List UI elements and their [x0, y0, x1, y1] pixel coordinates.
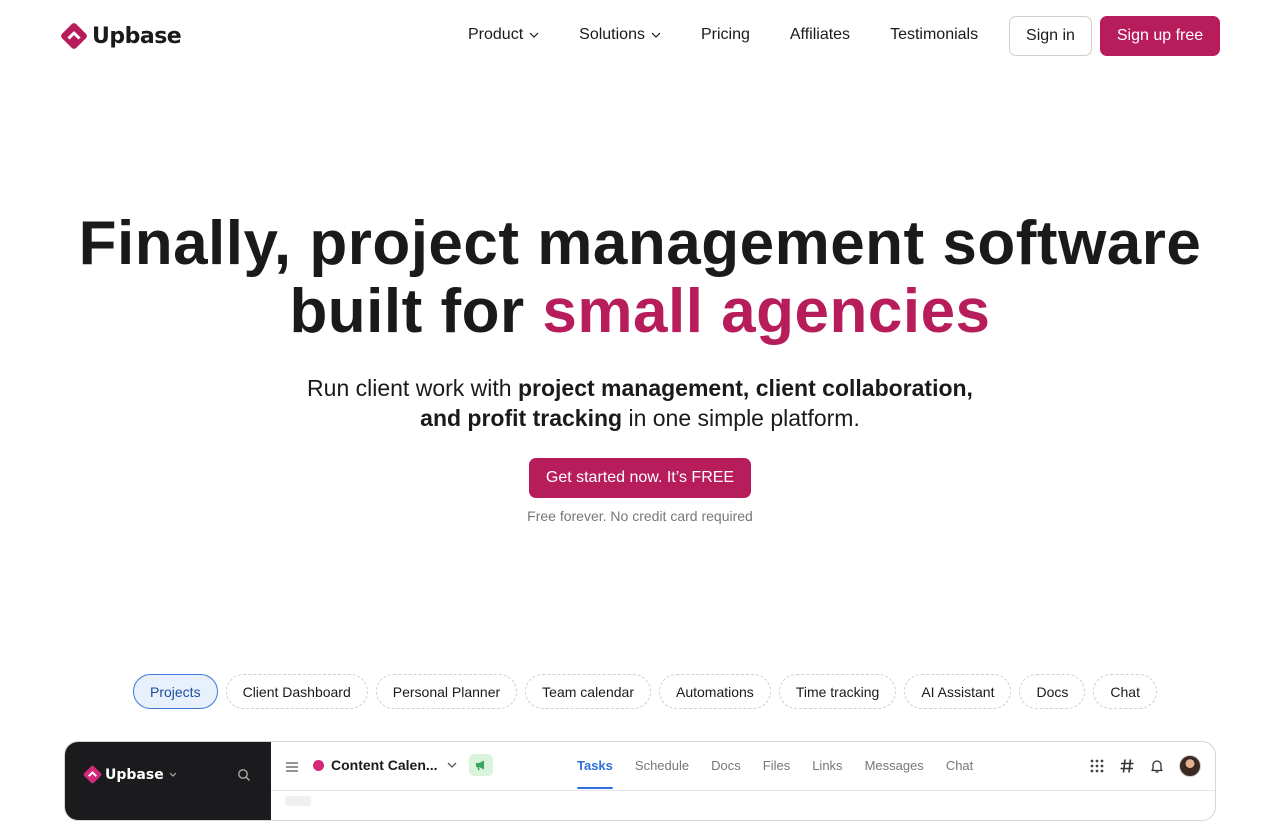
app-tab-files[interactable]: Files [763, 758, 790, 773]
nav-item-label: Testimonials [890, 26, 979, 43]
brand-logo[interactable]: Upbase [60, 21, 182, 51]
app-preview: Upbase Content Calen... Tasks Schedule Doc… [64, 741, 1216, 821]
hashtag-icon[interactable] [1119, 758, 1135, 774]
chevron-down-icon[interactable] [447, 762, 457, 768]
app-toolbar [1089, 755, 1201, 777]
nav-item-testimonials[interactable]: Testimonials [890, 26, 978, 44]
hero-subtitle-pre: Run client work with [307, 375, 518, 401]
nav-item-label: Pricing [700, 26, 750, 43]
nav-item-label: Product [468, 26, 524, 43]
feature-tab-automations[interactable]: Automations [658, 674, 771, 709]
bell-icon[interactable] [1149, 758, 1165, 774]
hero-title-line2: built for [289, 277, 543, 346]
nav-item-affiliates[interactable]: Affiliates [790, 26, 850, 44]
search-icon[interactable] [237, 768, 251, 782]
sign-up-button[interactable]: Sign up free [1100, 16, 1220, 56]
chevron-down-icon [169, 772, 177, 777]
app-tab-links[interactable]: Links [812, 758, 842, 773]
hero-title-accent: small agencies [542, 277, 991, 346]
app-tab-messages[interactable]: Messages [865, 758, 924, 773]
nav-links: Product Solutions Pricing Affiliates Testimo… [468, 24, 1018, 46]
feature-tab-chat[interactable]: Chat [1093, 674, 1157, 709]
hero-title: Finally, project management software bui… [0, 210, 1280, 346]
hero-title-line1: Finally, project management software [78, 209, 1202, 278]
upbase-logo-icon [83, 765, 102, 784]
upbase-logo-icon [61, 23, 87, 49]
brand-name: Upbase [92, 23, 182, 49]
app-header-divider [271, 790, 1215, 791]
nav-item-label: Affiliates [789, 26, 851, 43]
feature-tab-ai-assistant[interactable]: AI Assistant [904, 674, 1012, 709]
feature-tab-time-tracking[interactable]: Time tracking [778, 674, 897, 709]
nav-item-product[interactable]: Product [468, 26, 539, 44]
toolbar-chip[interactable] [285, 796, 311, 806]
app-tab-chat[interactable]: Chat [946, 758, 973, 773]
avatar[interactable] [1179, 755, 1201, 777]
nav-item-label: Solutions [579, 26, 645, 43]
app-tab-tasks[interactable]: Tasks [577, 758, 613, 789]
nav-item-pricing[interactable]: Pricing [701, 26, 750, 44]
app-sidebar-brand-name: Upbase [105, 766, 164, 783]
chevron-down-icon [651, 32, 661, 38]
app-tab-schedule[interactable]: Schedule [635, 758, 689, 773]
cta-note: Free forever. No credit card required [527, 508, 753, 524]
hero-subtitle-post: in one simple platform. [622, 405, 860, 431]
nav-item-solutions[interactable]: Solutions [579, 26, 661, 44]
get-started-button[interactable]: Get started now. It’s FREE [529, 458, 751, 498]
feature-tab-team-calendar[interactable]: Team calendar [525, 674, 651, 709]
feature-tab-personal-planner[interactable]: Personal Planner [375, 674, 518, 709]
app-tabs: Tasks Schedule Docs Files Links Messages Chat [577, 758, 973, 789]
feature-tabs: Projects Client Dashboard Personal Planner… [133, 674, 1157, 709]
feature-tab-projects[interactable]: Projects [133, 674, 218, 709]
app-tab-docs[interactable]: Docs [711, 758, 741, 773]
feature-tab-docs[interactable]: Docs [1019, 674, 1086, 709]
apps-grid-icon[interactable] [1089, 758, 1105, 774]
sign-in-button[interactable]: Sign in [1009, 16, 1092, 56]
megaphone-icon[interactable] [469, 754, 493, 776]
menu-icon[interactable] [285, 760, 299, 774]
project-name[interactable]: Content Calen... [331, 757, 438, 773]
chevron-down-icon [529, 32, 539, 38]
hero-subtitle: Run client work with project management,… [290, 373, 990, 433]
project-color-dot [313, 760, 324, 771]
top-navigation: Upbase Product Solutions Pricing Affiliates… [0, 0, 1280, 72]
app-sidebar: Upbase [65, 742, 271, 820]
app-main: Content Calen... Tasks Schedule Docs Files L… [271, 742, 1215, 820]
feature-tab-client-dashboard[interactable]: Client Dashboard [225, 674, 368, 709]
app-sidebar-brand[interactable]: Upbase [83, 765, 177, 784]
